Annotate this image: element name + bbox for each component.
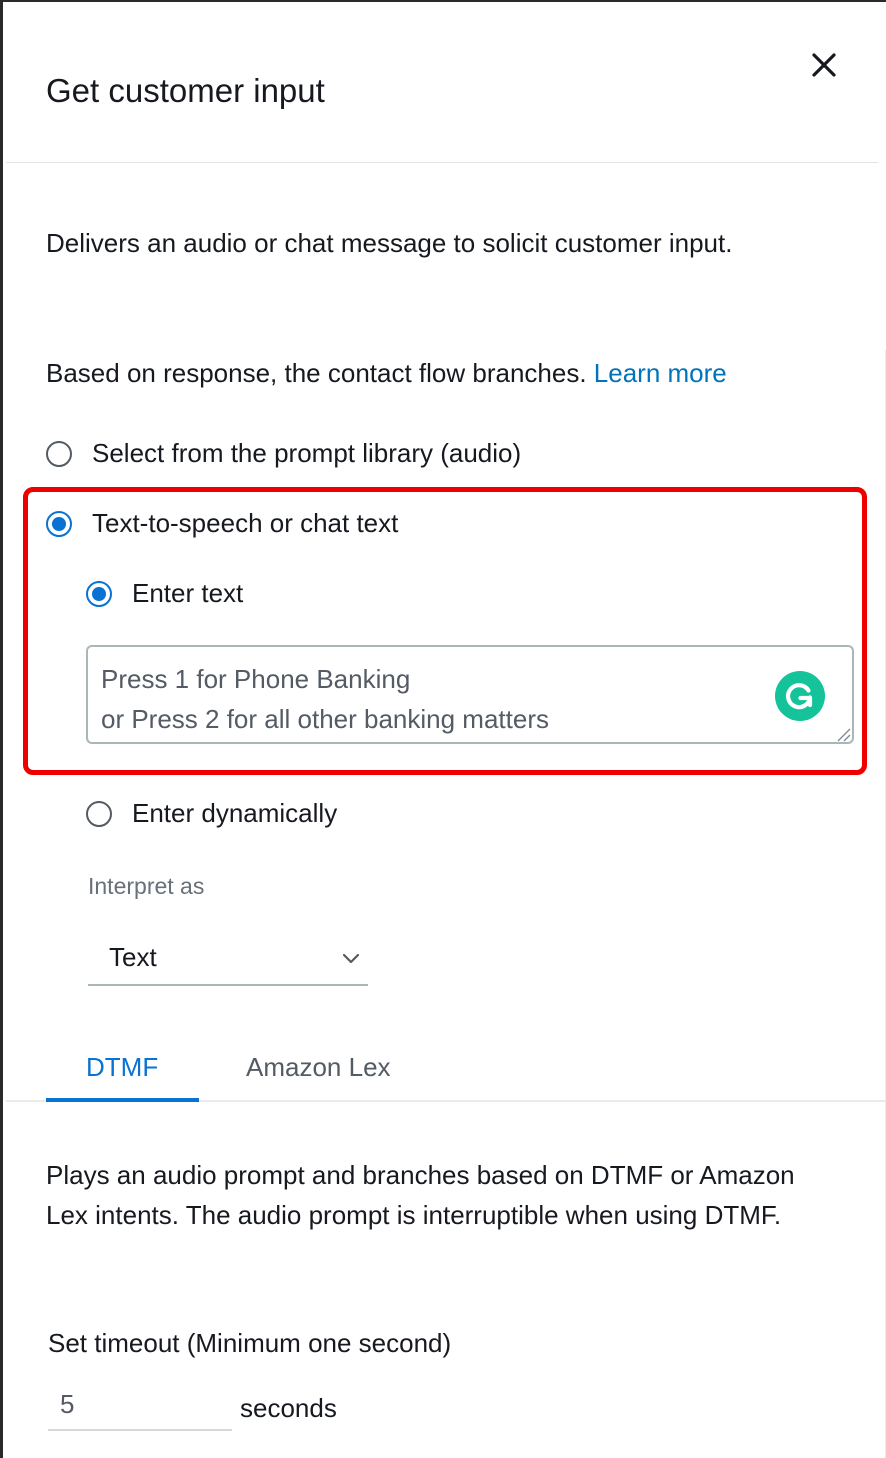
text-to-speech-label[interactable]: Text-to-speech or chat text (92, 508, 398, 539)
learn-more-link[interactable]: Learn more (594, 358, 727, 388)
grammarly-icon[interactable] (775, 671, 825, 721)
block-description: Delivers an audio or chat message to sol… (46, 228, 733, 258)
header-divider (6, 162, 878, 163)
interpret-as-value: Text (109, 942, 157, 972)
tab-description: Plays an audio prompt and branches based… (46, 1160, 795, 1230)
prompt-library-radio[interactable] (46, 441, 72, 467)
timeout-unit-label: seconds (240, 1393, 337, 1423)
panel-top-border (3, 0, 886, 2)
chevron-down-icon (342, 953, 360, 964)
tab-amazon-lex[interactable]: Amazon Lex (246, 1052, 391, 1083)
interpret-as-label: Interpret as (88, 873, 205, 899)
enter-text-radio[interactable] (86, 581, 112, 607)
prompt-text-line-2: or Press 2 for all other banking matters (101, 704, 549, 734)
resize-handle-icon[interactable] (835, 726, 851, 742)
prompt-library-label[interactable]: Select from the prompt library (audio) (92, 438, 521, 469)
active-tab-indicator (46, 1098, 199, 1102)
branching-text: Based on response, the contact flow bran… (46, 358, 727, 389)
timeout-label: Set timeout (Minimum one second) (48, 1328, 452, 1358)
enter-text-label[interactable]: Enter text (132, 578, 243, 609)
enter-dynamically-radio[interactable] (86, 801, 112, 827)
panel-title: Get customer input (46, 72, 325, 109)
prompt-text-area[interactable]: Press 1 for Phone Banking or Press 2 for… (86, 645, 854, 744)
enter-dynamically-label[interactable]: Enter dynamically (132, 798, 337, 829)
tab-dtmf[interactable]: DTMF (86, 1052, 158, 1083)
close-icon[interactable] (803, 44, 845, 86)
side-panel: Get customer input Delivers an audio or … (0, 0, 886, 1458)
text-to-speech-radio[interactable] (46, 511, 72, 537)
prompt-text-line-1: Press 1 for Phone Banking (101, 664, 411, 694)
timeout-input[interactable] (48, 1380, 232, 1431)
interpret-as-select[interactable]: Text (88, 935, 368, 986)
branching-sentence: Based on response, the contact flow bran… (46, 358, 587, 388)
